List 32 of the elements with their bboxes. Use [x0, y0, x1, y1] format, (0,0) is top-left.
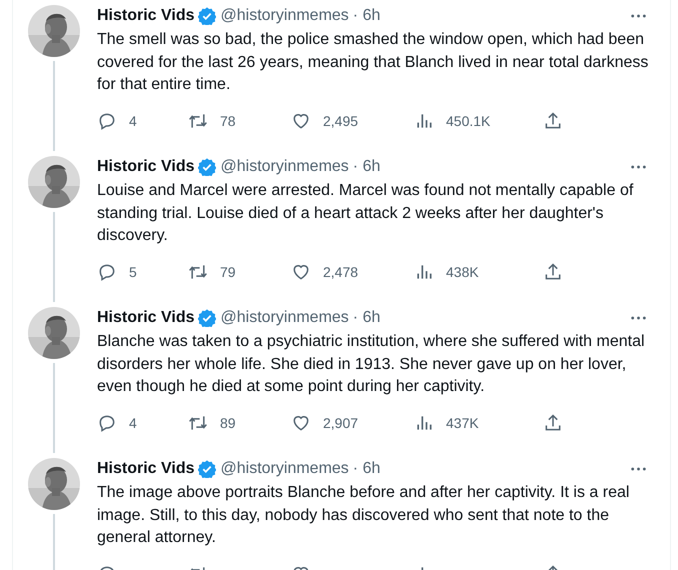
post-time[interactable]: · 6h [352, 460, 380, 478]
view-count: 450.1K [446, 113, 490, 129]
post-time[interactable]: · 6h [352, 309, 380, 327]
view-count: 438K [446, 264, 479, 280]
repost-count: 89 [220, 415, 236, 431]
author-name[interactable]: Historic Vids [97, 309, 195, 327]
author-name[interactable]: Historic Vids [97, 7, 195, 25]
post-text: The image above portraits Blanche before and after her captivity. It is a real image. Still, to this day, nobody has discovered who sent that note to the general attorney. [97, 483, 630, 548]
author-name[interactable]: Historic Vids [97, 158, 195, 176]
user-handle[interactable]: @historyinmemes [220, 158, 349, 176]
repost-count: 78 [220, 113, 236, 129]
more-icon[interactable] [631, 467, 646, 471]
repost-count: 79 [220, 264, 236, 280]
more-icon[interactable] [631, 165, 646, 169]
more-icon[interactable] [631, 14, 646, 18]
like-count: 2,495 [323, 113, 358, 129]
post-time[interactable]: · 6h [352, 158, 380, 176]
author-name[interactable]: Historic Vids [97, 460, 195, 478]
user-handle[interactable]: @historyinmemes [220, 7, 349, 25]
user-handle[interactable]: @historyinmemes [220, 460, 349, 478]
post-text: Blanche was taken to a psychiatric institution, where she suffered with mental disorders her whole life. She died in 1913. She never gave up on her lover, even though he died at some point during her captivity. [97, 332, 646, 397]
post-text: The smell was so bad, the police smashed the window open, which had been covered for the last 26 years, meaning that Blanch lived in near total darkness for that entire time. [97, 30, 650, 95]
more-icon[interactable] [631, 316, 646, 320]
post-text: Louise and Marcel were arrested. Marcel was found not mentally capable of standing trial. Louise died of a heart attack 2 weeks after her daughter's discovery. [97, 181, 634, 246]
like-count: 2,907 [323, 415, 358, 431]
like-count: 2,478 [323, 264, 358, 280]
view-count: 437K [446, 415, 479, 431]
reply-count: 5 [129, 264, 137, 280]
reply-count: 4 [129, 113, 137, 129]
post-time[interactable]: · 6h [352, 7, 380, 25]
user-handle[interactable]: @historyinmemes [220, 309, 349, 327]
reply-count: 4 [129, 415, 137, 431]
